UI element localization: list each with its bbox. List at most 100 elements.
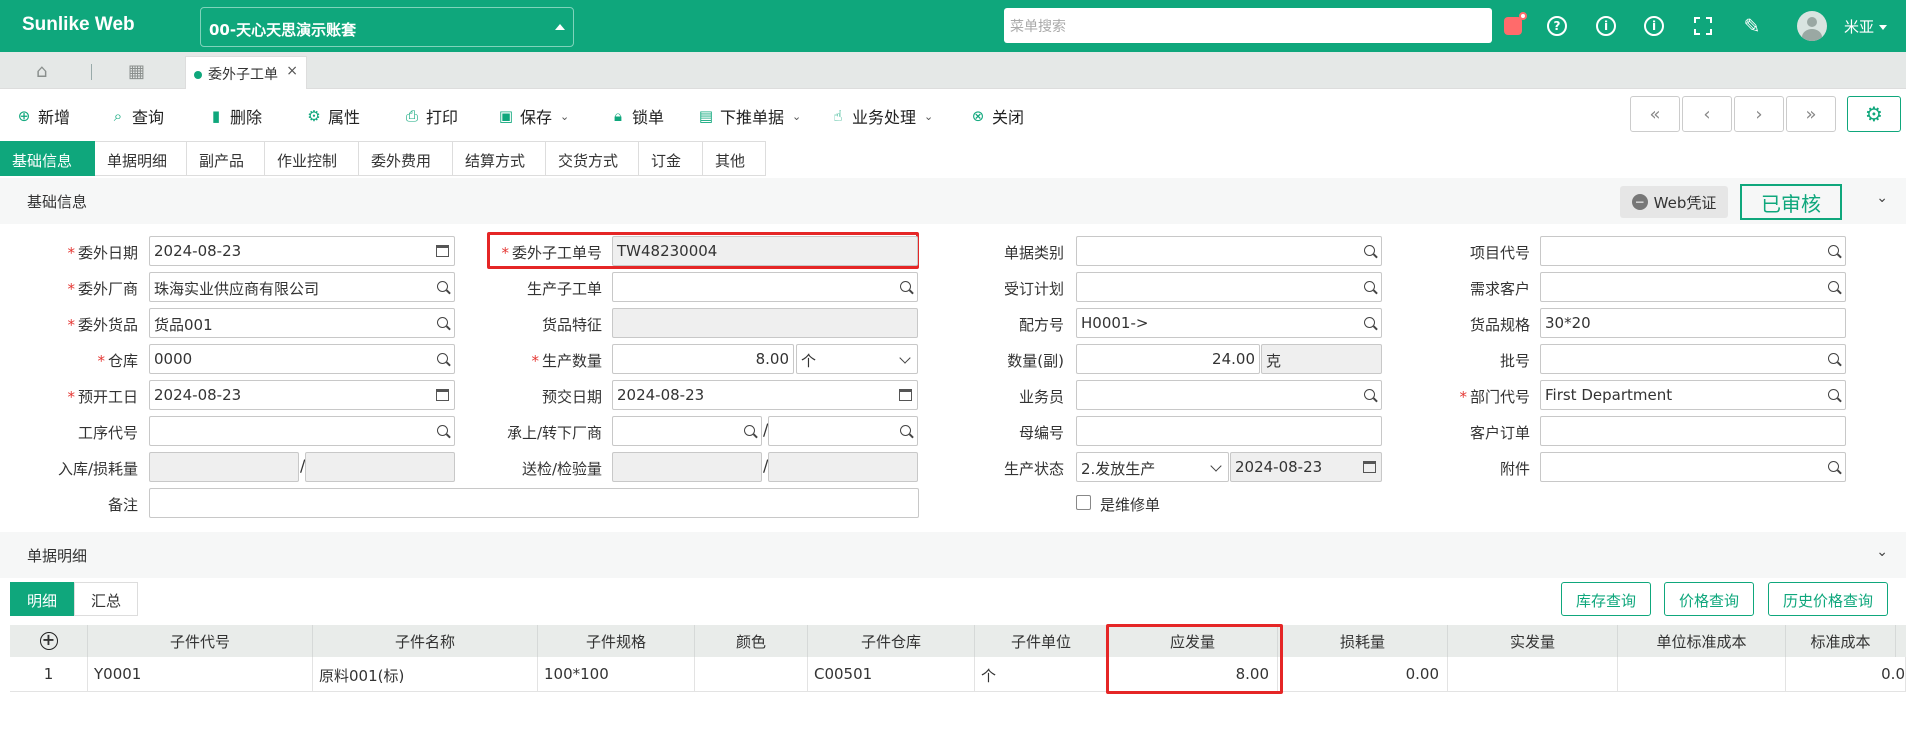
batch-no-field[interactable] (1540, 344, 1846, 374)
tab-summary-view[interactable]: 汇总 (74, 582, 138, 616)
col-header[interactable]: 子件规格 (538, 625, 695, 657)
salesperson-field[interactable] (1076, 380, 1382, 410)
tab-other[interactable]: 其他 (703, 141, 766, 176)
detail-section-header[interactable]: 单据明细 ⌄ (0, 532, 1906, 578)
tab-by-product[interactable]: 副产品 (187, 141, 265, 176)
calendar-icon[interactable] (436, 389, 449, 401)
department-field[interactable]: First Department (1540, 380, 1846, 410)
fullscreen-icon[interactable] (1690, 13, 1716, 39)
search-icon[interactable] (900, 281, 911, 292)
tab-delivery[interactable]: 交货方式 (546, 141, 639, 176)
tab-settlement[interactable]: 结算方式 (453, 141, 546, 176)
cell-unit-std-cost[interactable] (1618, 657, 1786, 692)
search-icon[interactable] (900, 425, 911, 436)
secondary-qty-field[interactable]: 24.00 (1076, 344, 1260, 374)
col-header[interactable]: 颜色 (695, 625, 808, 657)
unit-select[interactable]: 个 (796, 344, 918, 374)
lock-button[interactable]: 🔒︎ 锁单 (610, 104, 664, 128)
calendar-icon[interactable] (899, 389, 912, 401)
table-row[interactable]: 1 Y0001 原料001(标) 100*100 C00501 个 8.00 0… (10, 657, 1906, 692)
menu-search-input[interactable]: 菜单搜索 (1004, 8, 1492, 43)
order-plan-field[interactable] (1076, 272, 1382, 302)
clean-icon[interactable]: ✎ (1739, 13, 1765, 39)
attachment-field[interactable] (1540, 452, 1846, 482)
production-sub-order-field[interactable] (612, 272, 918, 302)
search-icon[interactable] (1364, 317, 1375, 328)
notification-icon[interactable] (1500, 12, 1527, 39)
user-name[interactable]: 米亚 (1844, 16, 1887, 37)
search-icon[interactable] (1364, 281, 1375, 292)
first-page-button[interactable]: « (1630, 96, 1680, 132)
production-status-select[interactable]: 2.发放生产 (1076, 452, 1229, 482)
tab-detail-view[interactable]: 明细 (10, 582, 74, 616)
project-code-field[interactable] (1540, 236, 1846, 266)
warehouse-field[interactable]: 0000 (149, 344, 455, 374)
next-vendor-field[interactable] (768, 416, 918, 446)
tab-job-control[interactable]: 作业控制 (265, 141, 359, 176)
search-icon[interactable] (1364, 245, 1375, 256)
price-query-button[interactable]: 价格查询 (1664, 582, 1755, 616)
prev-page-button[interactable]: ‹ (1682, 96, 1732, 132)
process-code-field[interactable] (149, 416, 455, 446)
search-icon[interactable] (437, 353, 448, 364)
tab-outsource-fee[interactable]: 委外费用 (359, 141, 453, 176)
last-page-button[interactable]: » (1786, 96, 1836, 132)
add-row-button[interactable]: + (10, 625, 88, 657)
price-history-button[interactable]: 历史价格查询 (1768, 582, 1889, 616)
search-icon[interactable] (1828, 281, 1839, 292)
cell-part-name[interactable]: 原料001(标) (313, 657, 538, 692)
avatar[interactable] (1797, 11, 1827, 41)
search-icon[interactable] (437, 425, 448, 436)
search-icon[interactable] (744, 425, 755, 436)
chevron-down-icon[interactable]: ⌄ (1876, 544, 1888, 560)
settings-button[interactable]: ⚙ (1847, 96, 1901, 132)
apps-grid-icon[interactable]: ▦ (128, 61, 145, 82)
calendar-icon[interactable] (436, 245, 449, 257)
cell-issued-qty[interactable] (1448, 657, 1618, 692)
print-button[interactable]: ⎙ 打印 (404, 104, 458, 128)
col-header[interactable]: 标准成本 (1786, 625, 1896, 657)
delete-button[interactable]: ▮ 删除 (208, 104, 262, 128)
tab-document-detail[interactable]: 单据明细 (95, 141, 187, 176)
remark-field[interactable] (149, 488, 919, 518)
home-icon[interactable]: ⌂ (36, 61, 47, 82)
goods-spec-field[interactable]: 30*20 (1540, 308, 1846, 338)
parent-no-field[interactable] (1076, 416, 1382, 446)
start-date-field[interactable]: 2024-08-23 (149, 380, 455, 410)
cell-loss-qty[interactable]: 0.00 (1278, 657, 1448, 692)
vendor-field[interactable]: 珠海实业供应商有限公司 (149, 272, 455, 302)
customer-order-field[interactable] (1540, 416, 1846, 446)
push-document-button[interactable]: ▤ 下推单据 ⌄ (698, 104, 801, 128)
col-header[interactable]: 子件名称 (313, 625, 538, 657)
formula-no-field[interactable]: H0001-> (1076, 308, 1382, 338)
cell-part-warehouse[interactable]: C00501 (808, 657, 975, 692)
add-button[interactable]: ⊕ 新增 (16, 104, 70, 128)
tab-deposit[interactable]: 订金 (639, 141, 703, 176)
col-header[interactable]: 子件仓库 (808, 625, 975, 657)
col-header[interactable]: 实发量 (1448, 625, 1618, 657)
cell-part-code[interactable]: Y0001 (88, 657, 313, 692)
close-button[interactable]: ⊗ 关闭 (970, 104, 1024, 128)
chevron-down-icon[interactable]: ⌄ (1876, 190, 1888, 206)
search-icon[interactable] (1828, 389, 1839, 400)
search-icon[interactable] (1364, 389, 1375, 400)
tab-doc[interactable]: 委外子工单 × (185, 56, 307, 89)
save-button[interactable]: ▣ 保存 ⌄ (498, 104, 569, 128)
next-page-button[interactable]: › (1734, 96, 1784, 132)
repair-order-checkbox[interactable] (1076, 495, 1091, 510)
cell-part-spec[interactable]: 100*100 (538, 657, 695, 692)
col-header[interactable]: 子件代号 (88, 625, 313, 657)
cell-std-cost[interactable]: 0.0 (1786, 657, 1906, 692)
web-voucher-button[interactable]: − Web凭证 (1620, 186, 1728, 218)
doc-category-field[interactable] (1076, 236, 1382, 266)
stock-query-button[interactable]: 库存查询 (1561, 582, 1652, 616)
demand-customer-field[interactable] (1540, 272, 1846, 302)
about-icon[interactable]: i (1641, 13, 1667, 39)
due-date-field[interactable]: 2024-08-23 (612, 380, 918, 410)
business-process-button[interactable]: ☝ 业务处理 ⌄ (830, 104, 933, 128)
search-icon[interactable] (1828, 461, 1839, 472)
close-icon[interactable]: × (286, 63, 298, 79)
query-button[interactable]: ⌕ 查询 (110, 104, 164, 128)
production-qty-field[interactable]: 8.00 (612, 344, 794, 374)
col-header[interactable]: 损耗量 (1278, 625, 1448, 657)
